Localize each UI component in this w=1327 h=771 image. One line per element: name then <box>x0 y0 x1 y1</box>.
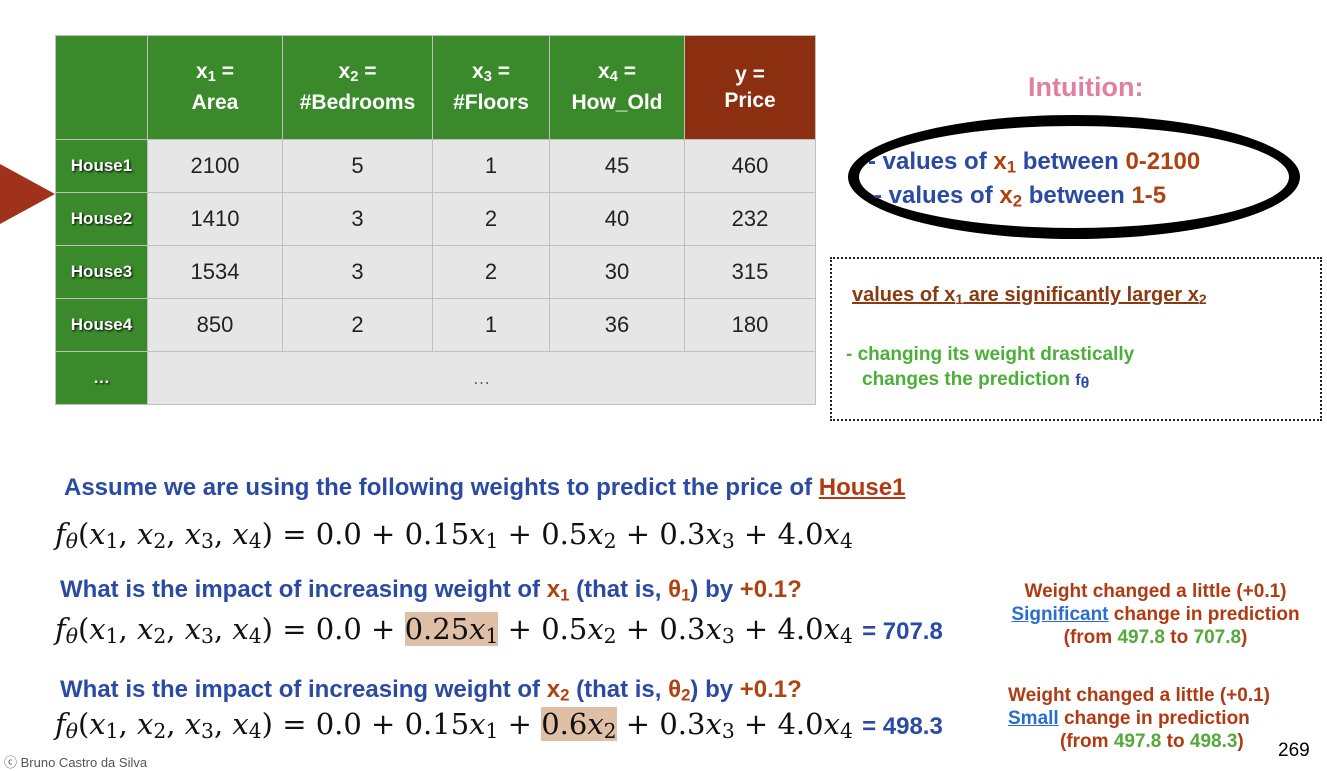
page-number: 269 <box>1278 740 1310 761</box>
note-line-2: changes the prediction fθ <box>862 369 1090 393</box>
intuition-line-2: - values of x2 between 1-5 <box>874 182 1167 211</box>
table-cell: 2 <box>282 298 433 352</box>
row-label: House3 <box>55 245 148 299</box>
table-cell: 2100 <box>147 139 283 193</box>
table-corner-cell <box>55 35 148 140</box>
table-cell: … <box>147 351 816 405</box>
row-label: House1 <box>55 139 148 193</box>
table-row: House1 2100 5 1 45 460 <box>55 139 816 193</box>
table-cell: 40 <box>549 192 685 246</box>
significant-link[interactable]: Significant <box>1011 604 1108 625</box>
footer-credit: ⓒ Bruno Castro da Silva <box>4 755 148 770</box>
side-note-2: Weight changed a little (+0.1) Small cha… <box>1008 685 1271 752</box>
assume-statement: Assume we are using the following weight… <box>64 474 906 501</box>
header-x2: x2 = #Bedrooms <box>282 35 433 140</box>
table-cell: 30 <box>549 245 685 299</box>
note-box-title: values of x1 are significantly larger x2 <box>852 284 1207 307</box>
header-x4: x4 = How_Old <box>549 35 685 140</box>
table-cell: 5 <box>282 139 433 193</box>
table-cell: 45 <box>549 139 685 193</box>
table-cell: 2 <box>432 245 550 299</box>
note-line-1: - changing its weight drastically <box>846 344 1135 365</box>
question-2: What is the impact of increasing weight … <box>60 676 802 705</box>
table-row: House4 850 2 1 36 180 <box>55 298 816 352</box>
table-cell: 1 <box>432 298 550 352</box>
header-x3: x3 = #Floors <box>432 35 550 140</box>
cc-license-icon: ⓒ <box>4 755 21 770</box>
table-row: House2 1410 3 2 40 232 <box>55 192 816 246</box>
intuition-line-1: - values of x1 between 0-2100 <box>868 148 1201 177</box>
side-note-1: Weight changed a little (+0.1) Significa… <box>1011 581 1300 648</box>
table-row: House3 1534 3 2 30 315 <box>55 245 816 299</box>
header-x1: x1 = Area <box>147 35 283 140</box>
table-cell: 850 <box>147 298 283 352</box>
result-2: = 498.3 <box>862 713 943 740</box>
house-data-table: x1 = Area x2 = #Bedrooms x3 = #Floors x4 = H… <box>55 35 816 405</box>
row-label: … <box>55 351 148 405</box>
table-cell: 36 <box>549 298 685 352</box>
table-cell: 315 <box>684 245 816 299</box>
small-link[interactable]: Small <box>1008 708 1059 729</box>
header-y-price: y = Price <box>684 35 816 140</box>
table-header-row: x1 = Area x2 = #Bedrooms x3 = #Floors x4 = H… <box>55 35 816 140</box>
table-cell: 3 <box>282 192 433 246</box>
table-cell: 2 <box>432 192 550 246</box>
highlighted-weight-1: 0.25x1 <box>404 612 499 649</box>
intuition-title: Intuition: <box>1028 72 1144 102</box>
question-1: What is the impact of increasing weight … <box>60 576 802 605</box>
note-box-body: - changing its weight drastically change… <box>846 342 1134 396</box>
formula-1: fθ(x1, x2, x3, x4) = 0.0 + 0.25x1 + 0.5x… <box>55 612 943 649</box>
house1-link[interactable]: House1 <box>819 474 906 501</box>
row-label: House2 <box>55 192 148 246</box>
highlighted-weight-2: 0.6x2 <box>541 707 617 744</box>
table-cell: 3 <box>282 245 433 299</box>
result-1: = 707.8 <box>862 618 943 645</box>
table-cell: 1 <box>432 139 550 193</box>
table-row: … … <box>55 351 816 405</box>
row-pointer-arrow <box>0 164 55 224</box>
formula-2: fθ(x1, x2, x3, x4) = 0.0 + 0.15x1 + 0.6x… <box>55 707 943 744</box>
table-cell: 232 <box>684 192 816 246</box>
table-cell: 1410 <box>147 192 283 246</box>
note-box <box>830 257 1322 421</box>
table-cell: 180 <box>684 298 816 352</box>
table-cell: 460 <box>684 139 816 193</box>
table-cell: 1534 <box>147 245 283 299</box>
row-label: House4 <box>55 298 148 352</box>
base-formula: fθ(x1, x2, x3, x4) = 0.0 + 0.15x1 + 0.5x… <box>55 517 853 554</box>
